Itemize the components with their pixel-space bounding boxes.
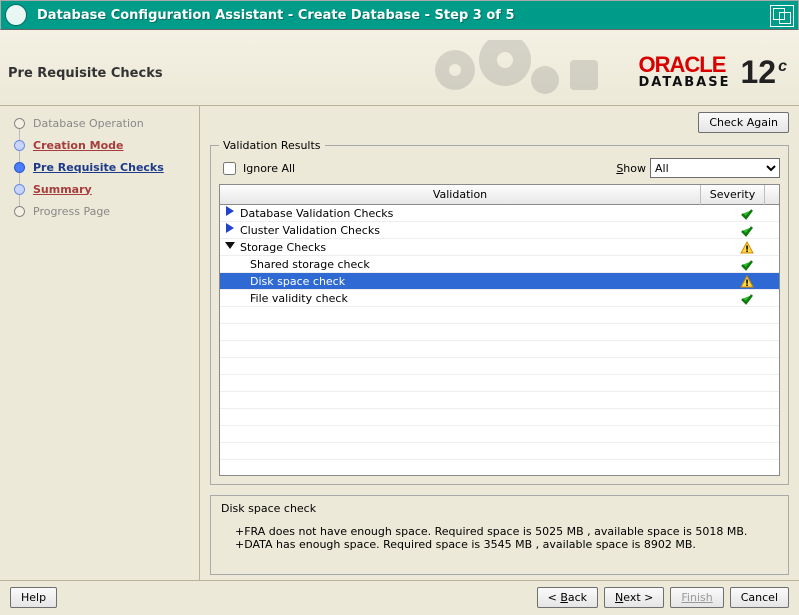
check-again-button[interactable]: Check Again <box>698 112 789 133</box>
severity-ok-icon <box>715 222 779 239</box>
gears-decoration <box>420 40 600 100</box>
detail-panel: Disk space check +FRA does not have enou… <box>210 495 789 575</box>
table-row <box>220 375 779 392</box>
tree-item-cluster-validation[interactable]: Cluster Validation Checks <box>220 222 779 239</box>
table-row <box>220 443 779 460</box>
detail-line: +DATA has enough space. Required space i… <box>235 538 778 551</box>
step-dot-icon <box>14 118 25 129</box>
svg-text:!: ! <box>745 279 749 289</box>
step-dot-icon <box>14 184 25 195</box>
step-label: Pre Requisite Checks <box>33 161 164 174</box>
brand-sub: DATABASE <box>639 76 731 89</box>
content: Check Again Validation Results Ignore Al… <box>200 106 799 580</box>
tree-item-file-validity[interactable]: File validity check <box>220 290 779 307</box>
wizard-steps: Database Operation Creation Mode Pre Req… <box>0 106 200 580</box>
table-row <box>220 341 779 358</box>
ignore-all-input[interactable] <box>223 162 236 175</box>
step-progress-page: Progress Page <box>0 200 199 222</box>
table-row <box>220 358 779 375</box>
ignore-all-label: Ignore All <box>243 162 295 175</box>
severity-warn-icon: ! <box>715 273 779 290</box>
validation-results-group: Validation Results Ignore All Show All V… <box>210 139 789 485</box>
step-label: Summary <box>33 183 92 196</box>
severity-ok-icon <box>715 290 779 307</box>
show-label: Show <box>616 162 646 175</box>
expand-down-icon[interactable] <box>224 239 240 256</box>
col-validation[interactable]: Validation <box>220 185 701 205</box>
cancel-button[interactable]: Cancel <box>730 587 789 608</box>
step-label: Creation Mode <box>33 139 123 152</box>
show-filter-select[interactable]: All <box>650 158 780 178</box>
header: Pre Requisite Checks ORACLE DATABASE 12c <box>0 30 799 106</box>
step-dot-icon <box>14 206 25 217</box>
table-row <box>220 409 779 426</box>
detail-title: Disk space check <box>221 502 778 515</box>
step-database-operation[interactable]: Database Operation <box>0 112 199 134</box>
table-header: Validation Severity <box>220 185 779 205</box>
expand-right-icon[interactable] <box>224 205 240 222</box>
brand-version: 12c <box>741 56 788 88</box>
tree-label: Storage Checks <box>240 239 326 256</box>
table-row <box>220 392 779 409</box>
button-bar: Help < Back Next > Finish Cancel <box>0 580 799 614</box>
validation-legend: Validation Results <box>219 139 325 152</box>
table-row <box>220 307 779 324</box>
detail-line: +FRA does not have enough space. Require… <box>235 525 778 538</box>
table-row <box>220 324 779 341</box>
validation-tree[interactable]: Database Validation Checks Cluster Valid… <box>220 205 779 475</box>
col-severity[interactable]: Severity <box>701 185 765 205</box>
tree-item-database-validation[interactable]: Database Validation Checks <box>220 205 779 222</box>
step-creation-mode[interactable]: Creation Mode <box>0 134 199 156</box>
main: Database Operation Creation Mode Pre Req… <box>0 106 799 580</box>
validation-table: Validation Severity Database Validation … <box>219 184 780 476</box>
tree-label: Shared storage check <box>250 256 370 273</box>
validation-toolbar: Ignore All Show All <box>219 158 780 178</box>
step-label: Progress Page <box>33 205 110 218</box>
app-icon <box>5 4 27 26</box>
brand-name: ORACLE <box>639 54 731 76</box>
step-dot-icon <box>14 162 25 173</box>
tree-label: File validity check <box>250 290 348 307</box>
titlebar: Database Configuration Assistant - Creat… <box>0 0 799 30</box>
severity-warn-icon: ! <box>715 239 779 256</box>
next-button[interactable]: Next > <box>604 587 664 608</box>
tree-item-disk-space[interactable]: Disk space check ! <box>220 273 779 290</box>
severity-ok-icon <box>715 256 779 273</box>
table-row <box>220 426 779 443</box>
tree-item-shared-storage[interactable]: Shared storage check <box>220 256 779 273</box>
tree-label: Database Validation Checks <box>240 205 393 222</box>
finish-button: Finish <box>670 587 723 608</box>
step-summary[interactable]: Summary <box>0 178 199 200</box>
expand-right-icon[interactable] <box>224 222 240 239</box>
tree-item-storage-checks[interactable]: Storage Checks ! <box>220 239 779 256</box>
tree-label: Disk space check <box>250 273 345 290</box>
ignore-all-checkbox[interactable]: Ignore All <box>219 159 295 178</box>
page-title: Pre Requisite Checks <box>8 66 163 81</box>
step-prereq-checks[interactable]: Pre Requisite Checks <box>0 156 199 178</box>
svg-text:!: ! <box>745 245 749 255</box>
oracle-brand: ORACLE DATABASE 12c <box>639 54 787 89</box>
window-title: Database Configuration Assistant - Creat… <box>37 8 515 23</box>
severity-ok-icon <box>715 205 779 222</box>
step-label: Database Operation <box>33 117 144 130</box>
step-dot-icon <box>14 140 25 151</box>
back-button[interactable]: < Back <box>537 587 598 608</box>
tree-label: Cluster Validation Checks <box>240 222 380 239</box>
table-row <box>220 460 779 475</box>
restore-icon[interactable] <box>770 5 794 27</box>
help-button[interactable]: Help <box>10 587 57 608</box>
